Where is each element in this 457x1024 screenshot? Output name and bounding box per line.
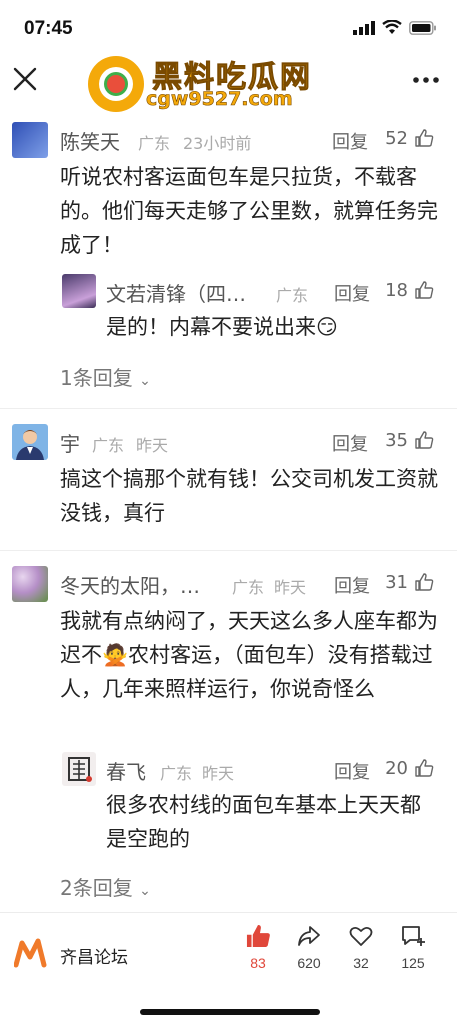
like-count: 35 <box>385 430 408 451</box>
comment-location: 广东 <box>232 578 265 597</box>
comment-author[interactable]: 陈笑天 <box>60 126 120 155</box>
like-count: 20 <box>385 758 408 779</box>
comment-author[interactable]: 冬天的太阳，… <box>60 570 200 599</box>
avatar[interactable] <box>12 122 48 158</box>
comment-text: 听说农村客运面包车是只拉货，不载客的。他们每天走够了公里数，就算任务完成了！ <box>60 165 438 257</box>
person-avatar-icon <box>16 430 44 460</box>
close-icon <box>13 67 37 91</box>
comment-location: 广东 <box>138 134 171 153</box>
avatar[interactable] <box>12 566 48 602</box>
status-icons <box>353 20 437 35</box>
expand-replies-label: 1条回复 <box>60 366 133 390</box>
like-count: 31 <box>385 572 408 593</box>
expand-replies-button[interactable]: 1条回复 ⌄ <box>60 362 151 391</box>
comment-time: 昨天 <box>274 578 307 597</box>
nav-bar: 黑料吃瓜网 cgw9527.com <box>0 50 457 118</box>
reply-button[interactable]: 回复 <box>332 128 368 154</box>
reply-text: 是的！内幕不要说出来😏 <box>106 315 338 339</box>
thumbs-up-filled-icon <box>246 924 270 948</box>
thumbs-up-icon[interactable] <box>414 758 434 778</box>
reply-location: 广东 <box>160 764 193 783</box>
forum-name[interactable]: 齐昌论坛 <box>60 943 128 968</box>
battery-icon <box>409 20 436 35</box>
favorite-button[interactable]: 32 <box>333 923 389 971</box>
divider <box>0 408 457 409</box>
comment-time: 23小时前 <box>183 134 252 153</box>
reply-author[interactable]: 春飞 <box>106 756 146 785</box>
like-count: 52 <box>385 128 408 149</box>
comment-add-icon <box>402 926 425 946</box>
reply-time: 昨天 <box>202 764 235 783</box>
wifi-icon <box>382 20 402 34</box>
reply-button[interactable]: 回复 <box>334 572 370 598</box>
favorite-total: 32 <box>353 955 369 971</box>
reply-button[interactable]: 回复 <box>334 758 370 784</box>
avatar[interactable] <box>62 274 96 308</box>
chevron-down-icon: ⌄ <box>139 883 151 899</box>
signal-icon <box>353 20 375 35</box>
comment-text: 搞这个搞那个就有钱！公交司机发工资就没钱，真行 <box>60 467 438 525</box>
comment-time: 昨天 <box>136 436 169 455</box>
bottom-action-bar: 齐昌论坛 83 620 32 125 <box>0 912 457 1024</box>
share-button[interactable]: 620 <box>281 923 337 971</box>
site-logo: 黑料吃瓜网 cgw9527.com <box>88 50 328 116</box>
comment-location: 广东 <box>92 436 125 455</box>
divider <box>0 550 457 551</box>
expand-replies-label: 2条回复 <box>60 876 133 900</box>
more-icon <box>413 77 439 83</box>
calligraphy-avatar-icon <box>68 757 92 782</box>
share-total: 620 <box>297 955 321 971</box>
comment-author[interactable]: 宇 <box>60 428 80 457</box>
reply-button[interactable]: 回复 <box>332 430 368 456</box>
more-button[interactable] <box>411 72 441 88</box>
home-indicator <box>140 1009 320 1015</box>
reply-location: 广东 <box>276 286 309 305</box>
forum-logo-icon[interactable] <box>13 937 50 969</box>
thumbs-up-icon[interactable] <box>414 572 434 592</box>
reply-author[interactable]: 文若清锋（四… <box>106 278 246 307</box>
comment-total: 125 <box>401 955 425 971</box>
close-button[interactable] <box>10 64 40 94</box>
comment-text: 我就有点纳闷了，天天这么多人座车都为迟不🙅农村客运，（面包车）没有搭载过人，几年… <box>60 609 438 701</box>
like-button[interactable]: 83 <box>230 923 286 971</box>
watermelon-logo-icon <box>88 56 144 112</box>
thumbs-up-icon[interactable] <box>414 280 434 300</box>
chevron-down-icon: ⌄ <box>139 373 151 389</box>
logo-url: cgw9527.com <box>146 88 293 111</box>
thumbs-up-icon[interactable] <box>414 430 434 450</box>
like-total: 83 <box>250 955 266 971</box>
status-bar: 07:45 <box>0 0 457 50</box>
status-time: 07:45 <box>24 18 73 39</box>
expand-replies-button[interactable]: 2条回复 ⌄ <box>60 872 151 901</box>
avatar[interactable] <box>62 752 96 786</box>
heart-icon <box>349 926 373 946</box>
thumbs-up-icon[interactable] <box>414 128 434 148</box>
like-count: 18 <box>385 280 408 301</box>
reply-text: 很多农村线的面包车基本上天天都是空跑的 <box>106 793 421 851</box>
avatar[interactable] <box>12 424 48 460</box>
reply-button[interactable]: 回复 <box>334 280 370 306</box>
comment-button[interactable]: 125 <box>385 923 441 971</box>
share-icon <box>298 926 320 946</box>
